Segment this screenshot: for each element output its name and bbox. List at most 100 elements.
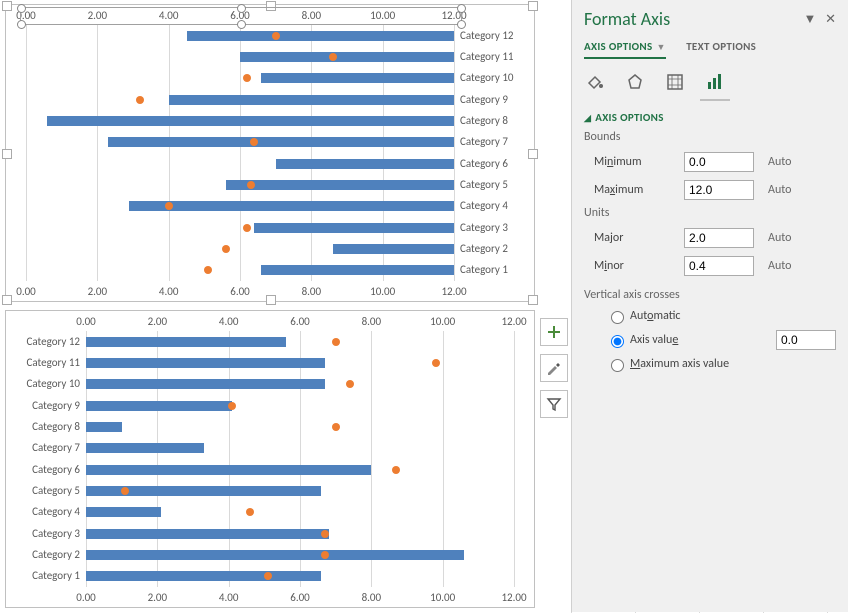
category-label: Category 12 <box>27 335 80 348</box>
min-label: Minimum <box>584 155 684 169</box>
bar[interactable] <box>333 244 454 254</box>
min-input[interactable] <box>684 152 754 172</box>
effects-icon[interactable] <box>624 71 646 93</box>
radio-automatic[interactable] <box>611 311 624 324</box>
axis-tick-bottom: 8.00 <box>302 285 322 298</box>
axis-tick-bottom: 2.00 <box>88 285 108 298</box>
axis-tick-bottom: 0.00 <box>76 591 96 604</box>
marker-dot[interactable] <box>136 96 144 104</box>
bar[interactable] <box>86 443 204 453</box>
marker-dot[interactable] <box>121 487 129 495</box>
marker-dot[interactable] <box>321 530 329 538</box>
category-label: Category 5 <box>460 178 508 191</box>
axis-tick-top: 2.00 <box>148 315 168 328</box>
category-label: Category 10 <box>460 71 513 84</box>
bar[interactable] <box>261 265 454 275</box>
bar[interactable] <box>47 116 454 126</box>
bar[interactable] <box>86 571 321 581</box>
max-auto-label[interactable]: Auto <box>768 183 791 197</box>
bar[interactable] <box>276 159 454 169</box>
max-input[interactable] <box>684 180 754 200</box>
radio-max-label: Maximum axis value <box>630 357 729 371</box>
tab-axis-options[interactable]: AXIS OPTIONS▼ <box>584 40 666 59</box>
axis-tick-bottom: 12.00 <box>441 285 466 298</box>
category-label: Category 7 <box>32 441 80 454</box>
marker-dot[interactable] <box>243 74 251 82</box>
radio-max-axis-value[interactable] <box>611 359 624 372</box>
crosses-value-input[interactable] <box>776 330 836 350</box>
category-label: Category 8 <box>460 114 508 127</box>
chart-filter-button[interactable] <box>540 390 568 418</box>
marker-dot[interactable] <box>432 359 440 367</box>
axis-tick-bottom: 0.00 <box>16 285 36 298</box>
tab-text-options[interactable]: TEXT OPTIONS <box>686 40 756 53</box>
marker-dot[interactable] <box>247 181 255 189</box>
category-label: Category 6 <box>460 157 508 170</box>
chart-1-container[interactable]: 0.000.002.002.004.004.006.006.008.008.00… <box>5 4 535 302</box>
marker-dot[interactable] <box>321 551 329 559</box>
axis-tick-top: 4.00 <box>219 315 239 328</box>
bar[interactable] <box>86 465 371 475</box>
marker-dot[interactable] <box>250 138 258 146</box>
bar[interactable] <box>86 401 232 411</box>
minor-input[interactable] <box>684 256 754 276</box>
fill-bucket-icon[interactable] <box>584 71 606 93</box>
bar[interactable] <box>86 422 122 432</box>
bar[interactable] <box>86 358 325 368</box>
chart-side-tools <box>540 318 568 426</box>
category-label: Category 4 <box>32 505 80 518</box>
bar[interactable] <box>187 31 455 41</box>
marker-dot[interactable] <box>222 245 230 253</box>
radio-axis-value[interactable] <box>611 335 624 348</box>
axis-options-icon[interactable] <box>704 71 726 93</box>
axis-tick-top: 6.00 <box>290 315 310 328</box>
bar[interactable] <box>86 379 325 389</box>
bar[interactable] <box>129 201 454 211</box>
major-auto-label[interactable]: Auto <box>768 231 791 245</box>
bar[interactable] <box>261 73 454 83</box>
chart-styles-button[interactable] <box>540 354 568 382</box>
bounds-label: Bounds <box>584 130 836 144</box>
marker-dot[interactable] <box>228 402 236 410</box>
bar[interactable] <box>86 529 329 539</box>
marker-dot[interactable] <box>272 32 280 40</box>
marker-dot[interactable] <box>204 266 212 274</box>
section-axis-options[interactable]: ◢AXIS OPTIONS <box>584 111 836 124</box>
bar[interactable] <box>86 550 464 560</box>
pane-options-icon[interactable]: ▼ <box>804 12 817 27</box>
marker-dot[interactable] <box>392 466 400 474</box>
marker-dot[interactable] <box>246 508 254 516</box>
category-label: Category 10 <box>27 377 80 390</box>
axis-tick-bottom: 8.00 <box>362 591 382 604</box>
marker-dot[interactable] <box>165 202 173 210</box>
marker-dot[interactable] <box>264 572 272 580</box>
major-input[interactable] <box>684 228 754 248</box>
bar[interactable] <box>86 507 161 517</box>
minor-auto-label[interactable]: Auto <box>768 259 791 273</box>
bar[interactable] <box>254 223 454 233</box>
marker-dot[interactable] <box>243 224 251 232</box>
chart-2-container[interactable]: 0.000.002.002.004.004.006.006.008.008.00… <box>5 310 535 608</box>
marker-dot[interactable] <box>346 380 354 388</box>
axis-tick-bottom: 4.00 <box>219 591 239 604</box>
size-props-icon[interactable] <box>664 71 686 93</box>
max-label: Maximum <box>584 183 684 197</box>
bar[interactable] <box>240 52 454 62</box>
marker-dot[interactable] <box>332 338 340 346</box>
category-label: Category 2 <box>460 242 508 255</box>
bar[interactable] <box>226 180 454 190</box>
category-label: Category 2 <box>32 548 80 561</box>
add-chart-element-button[interactable] <box>540 318 568 346</box>
axis-tick-top: 12.00 <box>501 315 526 328</box>
marker-dot[interactable] <box>332 423 340 431</box>
bar[interactable] <box>169 95 454 105</box>
axis-tick-bottom: 2.00 <box>148 591 168 604</box>
bar[interactable] <box>108 137 454 147</box>
category-label: Category 12 <box>460 29 513 42</box>
marker-dot[interactable] <box>329 53 337 61</box>
pane-close-icon[interactable]: ✕ <box>825 12 836 27</box>
radio-automatic-label: Automatic <box>630 309 680 323</box>
bar[interactable] <box>86 337 286 347</box>
min-auto-label[interactable]: Auto <box>768 155 791 169</box>
axis-selection-box[interactable] <box>20 7 462 25</box>
